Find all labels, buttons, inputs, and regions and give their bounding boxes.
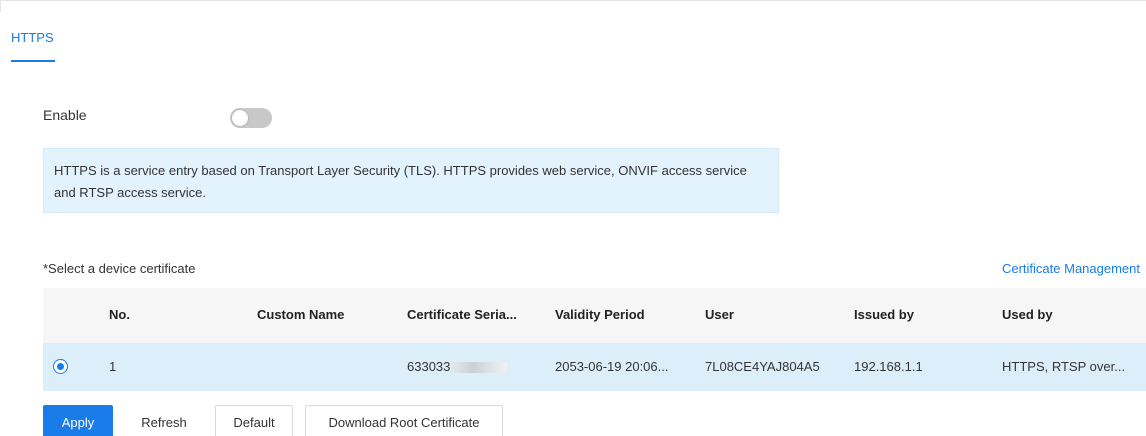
tab-active-indicator bbox=[11, 60, 55, 62]
column-header-no: No. bbox=[109, 307, 130, 322]
info-text: HTTPS is a service entry based on Transp… bbox=[54, 163, 747, 200]
cell-validity-period: 2053-06-19 20:06... bbox=[555, 359, 669, 374]
cell-used-by: HTTPS, RTSP over... bbox=[1002, 359, 1126, 374]
column-header-validity-period: Validity Period bbox=[555, 307, 645, 322]
certificate-management-link[interactable]: Certificate Management bbox=[1002, 261, 1140, 276]
refresh-button[interactable]: Refresh bbox=[125, 405, 203, 436]
tab-https[interactable]: HTTPS bbox=[11, 30, 54, 45]
info-box: HTTPS is a service entry based on Transp… bbox=[43, 148, 779, 213]
enable-toggle[interactable] bbox=[230, 108, 272, 128]
default-button[interactable]: Default bbox=[215, 405, 293, 436]
tab-bar: HTTPS bbox=[0, 0, 1146, 62]
certificate-select-label: *Select a device certificate bbox=[43, 261, 196, 276]
apply-button[interactable]: Apply bbox=[43, 405, 113, 436]
table-header: No. Custom Name Certificate Seria... Val… bbox=[43, 288, 1146, 343]
cell-no: 1 bbox=[109, 359, 117, 374]
serial-redaction-mask bbox=[451, 362, 508, 374]
table-row[interactable]: 1 633033 2053-06-19 20:06... 7L08CE4YAJ8… bbox=[43, 343, 1146, 391]
column-header-certificate-serial: Certificate Seria... bbox=[407, 307, 517, 322]
enable-label: Enable bbox=[43, 107, 87, 123]
certificate-table: No. Custom Name Certificate Seria... Val… bbox=[43, 288, 1146, 391]
radio-selected-dot bbox=[57, 363, 64, 370]
column-header-issued-by: Issued by bbox=[854, 307, 914, 322]
column-header-used-by: Used by bbox=[1002, 307, 1053, 322]
toggle-knob bbox=[231, 109, 249, 127]
cell-certificate-serial: 633033 bbox=[407, 359, 508, 374]
column-header-user: User bbox=[705, 307, 734, 322]
column-header-custom-name: Custom Name bbox=[257, 307, 345, 322]
cell-issued-by: 192.168.1.1 bbox=[854, 359, 923, 374]
row-select-radio[interactable] bbox=[53, 359, 68, 374]
download-root-certificate-button[interactable]: Download Root Certificate bbox=[305, 405, 503, 436]
serial-text: 633033 bbox=[407, 359, 451, 374]
cell-user: 7L08CE4YAJ804A5 bbox=[705, 359, 820, 374]
